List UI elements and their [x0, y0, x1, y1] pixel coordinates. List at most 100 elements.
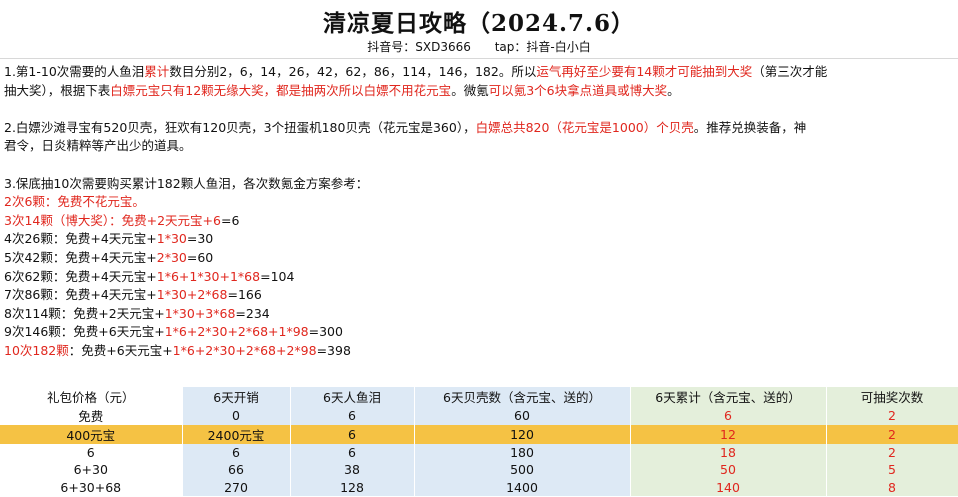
tears-cell: 38 [290, 461, 415, 479]
table-header-row: 礼包价格（元） 6天开销 6天人鱼泪 6天贝壳数（含元宝、送的） 6天累计（含元… [0, 387, 958, 406]
note-line: 8次114颗：免费+2天元宝+1*30+3*68=234 [4, 305, 954, 324]
shells-cell: 1400 [414, 478, 631, 496]
notes: 1.第1-10次需要的人鱼泪累计数目分别2，6，14，26，42，62，86，1… [4, 63, 954, 361]
cumulative-cell: 50 [630, 461, 827, 479]
note-text: 抽大奖），根据下表 [4, 82, 111, 98]
cost-cell: 270 [182, 478, 291, 496]
draws-cell: 2 [826, 406, 958, 425]
highlight-text: 2*30 [156, 249, 187, 265]
note-line: 3.保底抽10次需要购买累计182颗人鱼泪，各次数氪金方案参考： [4, 175, 954, 194]
paragraph-2: 2.白嫖沙滩寻宝有520贝壳，狂欢有120贝壳，3个扭蛋机180贝壳（花元宝是3… [4, 119, 954, 156]
price-cell: 6+30 [0, 461, 183, 479]
highlight-text: 1*6+2*30+2*68+2*98 [172, 342, 317, 358]
table-row: 免费 0 6 60 6 2 [0, 406, 958, 425]
note-line: 7次86颗：免费+4天元宝+1*30+2*68=166 [4, 286, 954, 305]
cost-cell: 6 [182, 444, 291, 462]
highlight-text: 运气再好至少要有14颗才可能抽到大奖 [536, 64, 753, 79]
note-text: 1.第1-10次需要的人鱼泪 [4, 64, 145, 79]
header-draws: 可抽奖次数 [826, 387, 958, 406]
table-row: 6+30 66 38 500 50 5 [0, 461, 958, 479]
price-cell: 6+30+68 [0, 478, 183, 496]
note-text: =30 [186, 231, 214, 247]
paragraph-3: 3.保底抽10次需要购买累计182颗人鱼泪，各次数氪金方案参考： 2次6颗：免费不… [4, 175, 954, 361]
note-text: 2.白嫖沙滩寻宝有520贝壳，狂欢有120贝壳，3个扭蛋机180贝壳（花元宝是3… [4, 119, 476, 135]
tears-cell: 6 [290, 425, 415, 444]
table-row: 400元宝 2400元宝 6 120 12 2 [0, 425, 958, 444]
note-line: 5次42颗：免费+4天元宝+2*30=60 [4, 249, 954, 268]
header-cost: 6天开销 [182, 387, 291, 406]
highlight-text: 可以氪3个6块拿点道具或博大奖 [488, 82, 668, 98]
highlight-text: 2次6颗：免费不花元宝。 [4, 194, 145, 210]
tap-id: tap：抖音-白小白 [494, 40, 591, 54]
header-shells: 6天贝壳数（含元宝、送的） [414, 387, 631, 406]
price-cell: 6 [0, 444, 183, 462]
note-text: 9次146颗：免费+6天元宝+ [4, 324, 165, 340]
note-text: 7次86颗：免费+4天元宝+ [4, 287, 157, 303]
draws-cell: 2 [826, 444, 958, 462]
tears-cell: 128 [290, 478, 415, 496]
price-cell: 400元宝 [0, 425, 183, 444]
note-text: =166 [227, 287, 262, 303]
price-cell: 免费 [0, 406, 183, 425]
shells-cell: 180 [414, 444, 631, 462]
note-line: 10次182颗：免费+6天元宝+1*6+2*30+2*68+2*98=398 [4, 342, 954, 361]
note-text: 5次42颗：免费+4天元宝+ [4, 249, 157, 265]
cumulative-cell: 12 [630, 425, 827, 444]
paragraph-1: 1.第1-10次需要的人鱼泪累计数目分别2，6，14，26，42，62，86，1… [4, 63, 954, 100]
shells-cell: 500 [414, 461, 631, 479]
note-text: ：免费+6天元宝+ [68, 342, 173, 358]
highlight-text: 3次14颗（博大奖）：免费+2天元宝+6 [4, 212, 221, 228]
draws-cell: 5 [826, 461, 958, 479]
stats-table: 礼包价格（元） 6天开销 6天人鱼泪 6天贝壳数（含元宝、送的） 6天累计（含元… [0, 387, 958, 496]
note-text: =104 [260, 268, 295, 284]
cumulative-cell: 140 [630, 478, 827, 496]
note-text: =60 [186, 249, 214, 265]
note-line: 6次62颗：免费+4天元宝+1*6+1*30+1*68=104 [4, 268, 954, 287]
note-text: =398 [316, 342, 351, 358]
note-line: 9次146颗：免费+6天元宝+1*6+2*30+2*68+1*98=300 [4, 323, 954, 342]
note-text: 。微氪 [451, 82, 489, 98]
highlight-text: 1*30 [156, 231, 187, 247]
note-text: 数目分别2，6，14，26，42，62，86，114，146，182。所以 [169, 64, 537, 79]
cost-cell: 2400元宝 [182, 425, 291, 444]
header-cumulative: 6天累计（含元宝、送的） [630, 387, 827, 406]
cost-cell: 66 [182, 461, 291, 479]
highlight-text: 1*30+2*68 [156, 287, 228, 303]
note-text: =300 [308, 324, 343, 340]
cumulative-cell: 6 [630, 406, 827, 425]
note-line: 抽大奖），根据下表白嫖元宝只有12颗无缘大奖，都是抽两次所以白嫖不用花元宝。微氪… [4, 82, 954, 101]
note-text: 。 [667, 82, 680, 98]
draws-cell: 8 [826, 478, 958, 496]
subtitle: 抖音号：SXD3666 tap：抖音-白小白 [0, 38, 958, 55]
note-text: 6次62颗：免费+4天元宝+ [4, 268, 157, 284]
note-text: 3.保底抽10次需要购买累计182颗人鱼泪，各次数氪金方案参考： [4, 175, 369, 191]
highlight-text: 白嫖总共820（花元宝是1000）个贝壳 [475, 119, 694, 135]
header-tears: 6天人鱼泪 [290, 387, 415, 406]
tears-cell: 6 [290, 406, 415, 425]
note-text: 。推荐兑换装备，神 [693, 119, 807, 135]
note-text: =6 [220, 212, 240, 228]
highlight-text: 1*30+3*68 [164, 305, 236, 321]
note-line: 1.第1-10次需要的人鱼泪累计数目分别2，6，14，26，42，62，86，1… [4, 63, 954, 82]
shells-cell: 120 [414, 425, 631, 444]
note-line: 2次6颗：免费不花元宝。 [4, 193, 954, 212]
cost-cell: 0 [182, 406, 291, 425]
cumulative-cell: 18 [630, 444, 827, 462]
highlight-text: 累计 [144, 64, 170, 79]
note-text: （第三次才能 [752, 64, 828, 79]
shells-cell: 60 [414, 406, 631, 425]
highlight-text: 白嫖元宝只有12颗无缘大奖，都是抽两次所以白嫖不用花元宝 [110, 82, 452, 98]
note-text: 君令，日炎精粹等产出少的道具。 [4, 138, 192, 154]
note-text: 4次26颗：免费+4天元宝+ [4, 231, 157, 247]
highlight-text: 1*6+1*30+1*68 [156, 268, 261, 284]
header-price: 礼包价格（元） [0, 387, 183, 406]
note-line: 君令，日炎精粹等产出少的道具。 [4, 137, 954, 156]
douyin-id: 抖音号：SXD3666 [367, 40, 471, 54]
tears-cell: 6 [290, 444, 415, 462]
table-row: 6 6 6 180 18 2 [0, 444, 958, 462]
highlight-text: 1*6+2*30+2*68+1*98 [164, 324, 309, 340]
highlight-text: 10次182颗 [4, 342, 69, 358]
page-title: 清凉夏日攻略（2024.7.6） [322, 10, 636, 37]
note-line: 3次14颗（博大奖）：免费+2天元宝+6=6 [4, 212, 954, 231]
header: 清凉夏日攻略（2024.7.6） 抖音号：SXD3666 tap：抖音-白小白 [0, 0, 958, 59]
